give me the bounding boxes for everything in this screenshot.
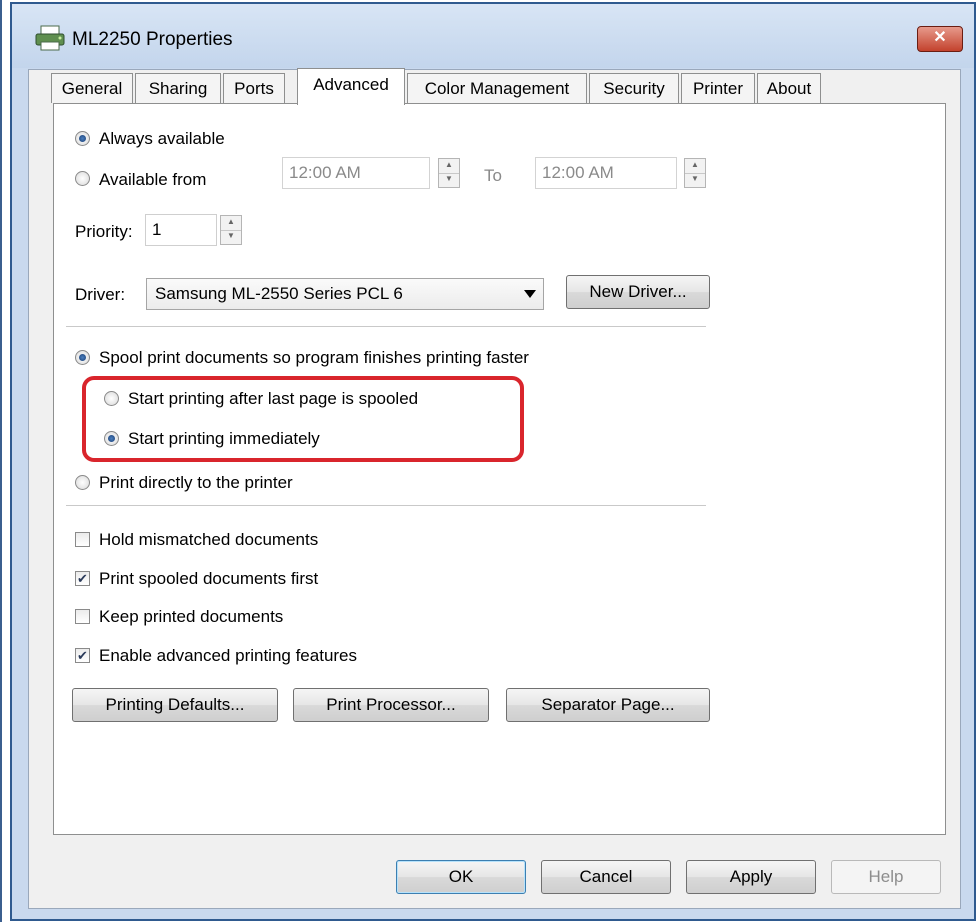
enable-advanced-features-label: Enable advanced printing features — [99, 646, 358, 665]
from-time-spinner[interactable]: ▲ ▼ — [438, 158, 460, 188]
apply-button[interactable]: Apply — [686, 860, 816, 894]
driver-label: Driver: — [75, 285, 126, 304]
hold-mismatched-checkbox[interactable] — [75, 532, 90, 547]
tab-label: General — [61, 79, 123, 98]
tab-advanced[interactable]: Advanced — [297, 68, 405, 105]
printing-defaults-button[interactable]: Printing Defaults... — [72, 688, 278, 722]
enable-advanced-features-checkbox[interactable]: ✔ — [75, 648, 90, 663]
keep-printed-checkbox[interactable] — [75, 609, 90, 624]
help-button[interactable]: Help — [831, 860, 941, 894]
always-available-radio[interactable] — [75, 131, 90, 146]
checkmark-icon: ✔ — [77, 648, 88, 663]
tab-label: Color Management — [424, 79, 570, 98]
spin-up-icon[interactable]: ▲ — [685, 159, 705, 174]
to-label: To — [484, 166, 502, 185]
close-button[interactable]: ✕ — [917, 26, 963, 52]
cancel-button[interactable]: Cancel — [541, 860, 671, 894]
tab-general[interactable]: General — [51, 73, 133, 103]
available-from-label: Available from — [99, 170, 207, 189]
new-driver-button[interactable]: New Driver... — [566, 275, 710, 309]
print-spooled-first-checkbox[interactable]: ✔ — [75, 571, 90, 586]
priority-label: Priority: — [75, 222, 133, 241]
available-from-radio[interactable] — [75, 171, 90, 186]
screen-edge — [0, 0, 2, 922]
spin-up-icon[interactable]: ▲ — [221, 216, 241, 231]
spin-down-icon[interactable]: ▼ — [221, 230, 241, 244]
to-time-field[interactable]: 12:00 AM — [535, 157, 677, 189]
separator — [66, 326, 706, 327]
tab-ports[interactable]: Ports — [223, 73, 285, 103]
tab-label: About — [766, 79, 812, 98]
priority-spinner[interactable]: ▲ ▼ — [220, 215, 242, 245]
close-icon: ✕ — [933, 29, 947, 46]
separator — [66, 505, 706, 506]
priority-field[interactable]: 1 — [145, 214, 217, 246]
print-processor-button[interactable]: Print Processor... — [293, 688, 489, 722]
tab-sharing[interactable]: Sharing — [135, 73, 221, 103]
tab-about[interactable]: About — [757, 73, 821, 103]
tab-label: Advanced — [313, 75, 389, 94]
print-direct-radio[interactable] — [75, 475, 90, 490]
title-bar[interactable]: ML2250 Properties ✕ — [12, 4, 974, 68]
tab-label: Sharing — [148, 79, 208, 98]
to-time-spinner[interactable]: ▲ ▼ — [684, 158, 706, 188]
window-title: ML2250 Properties — [72, 29, 233, 50]
tab-printer[interactable]: Printer — [681, 73, 755, 103]
advanced-tab-panel — [53, 103, 946, 835]
tab-label: Ports — [234, 79, 274, 98]
from-time-field[interactable]: 12:00 AM — [282, 157, 430, 189]
keep-printed-label: Keep printed documents — [99, 607, 284, 626]
ok-button[interactable]: OK — [396, 860, 526, 894]
spin-down-icon[interactable]: ▼ — [439, 173, 459, 187]
print-direct-label: Print directly to the printer — [99, 473, 293, 492]
spool-label: Spool print documents so program finishe… — [99, 348, 529, 367]
separator-page-button[interactable]: Separator Page... — [506, 688, 710, 722]
chevron-down-icon — [524, 290, 536, 298]
driver-dropdown[interactable]: Samsung ML-2550 Series PCL 6 — [146, 278, 544, 310]
tab-color-management[interactable]: Color Management — [407, 73, 587, 103]
highlight-box — [82, 376, 524, 462]
checkmark-icon: ✔ — [77, 571, 88, 586]
spin-down-icon[interactable]: ▼ — [685, 173, 705, 187]
driver-selected-value: Samsung ML-2550 Series PCL 6 — [155, 284, 403, 303]
tab-label: Security — [603, 79, 665, 98]
spin-up-icon[interactable]: ▲ — [439, 159, 459, 174]
always-available-label: Always available — [99, 129, 225, 148]
spool-radio[interactable] — [75, 350, 90, 365]
print-spooled-first-label: Print spooled documents first — [99, 569, 319, 588]
tab-label: Printer — [692, 79, 744, 98]
tab-security[interactable]: Security — [589, 73, 679, 103]
hold-mismatched-label: Hold mismatched documents — [99, 530, 319, 549]
printer-icon — [35, 25, 65, 51]
